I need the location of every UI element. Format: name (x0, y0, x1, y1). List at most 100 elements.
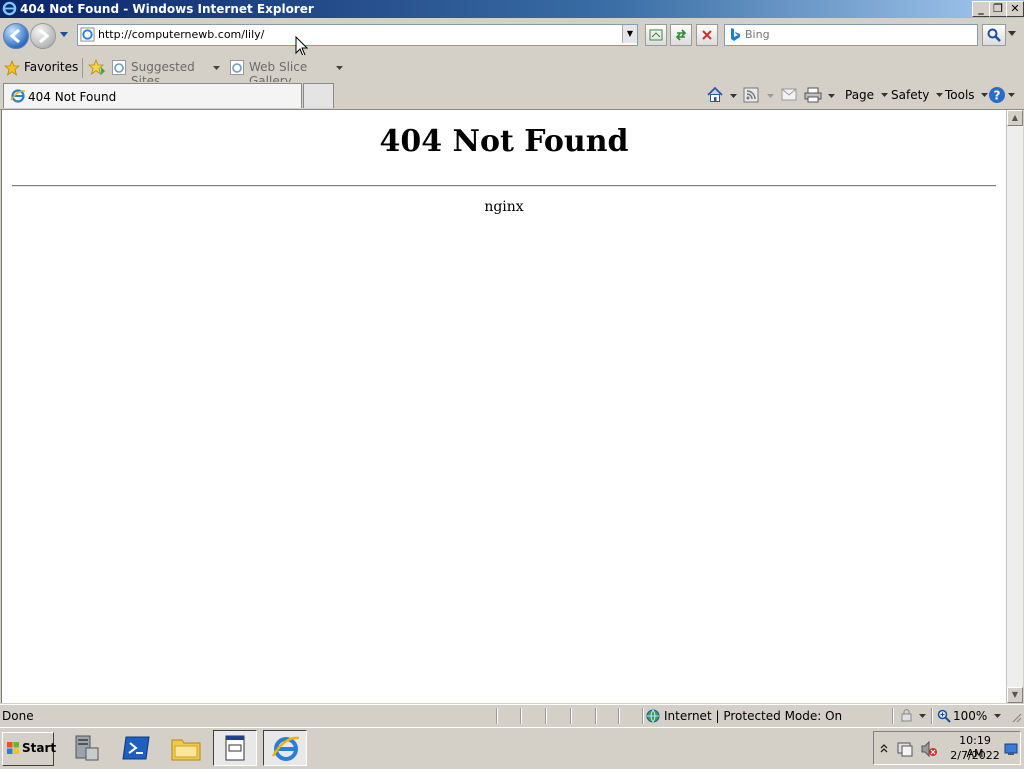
address-bar[interactable]: ▼ (77, 24, 638, 46)
explorer-taskbar-button[interactable] (164, 730, 208, 766)
refresh-icon (675, 29, 687, 41)
status-separator (892, 708, 894, 724)
web-slice-gallery-item[interactable]: Web Slice Gallery (230, 58, 345, 88)
chevron-down-icon (336, 66, 343, 70)
folder-icon (171, 739, 201, 761)
internet-explorer-icon (271, 736, 300, 761)
security-zone-text[interactable]: Internet | Protected Mode: On (664, 709, 842, 723)
back-button[interactable] (3, 23, 29, 49)
help-menu[interactable]: ? (988, 86, 1018, 104)
page-menu-label: Page (845, 88, 875, 102)
bing-icon (731, 28, 740, 41)
tab-404-not-found[interactable]: 404 Not Found (3, 83, 302, 108)
chevron-down-icon[interactable] (828, 94, 835, 99)
home-icon[interactable] (706, 86, 724, 104)
address-input[interactable] (98, 26, 618, 42)
forward-arrow-icon (39, 28, 50, 44)
close-button[interactable]: ✕ (1006, 1, 1024, 17)
page-content: 404 Not Found nginx (1, 110, 1006, 703)
status-separator (618, 708, 620, 724)
taskbar: Start 10:19 AM 2/7/2022 (0, 727, 1024, 769)
favorites-bar: Favorites Suggested Sites Web Slice Gall… (0, 55, 1024, 88)
clock-date[interactable]: 2/7/2022 (950, 749, 1000, 762)
server-manager-icon (75, 735, 99, 761)
windows-logo-icon (7, 742, 19, 754)
server-manager-taskbar-button[interactable] (64, 730, 108, 766)
status-separator (595, 708, 597, 724)
stop-icon (702, 30, 712, 40)
recent-pages-dropdown-icon[interactable] (59, 31, 69, 39)
status-separator (496, 708, 498, 724)
action-center-icon[interactable] (896, 740, 914, 758)
ie-tab-icon (10, 89, 26, 103)
page-menu[interactable]: Page (845, 88, 888, 102)
search-input[interactable] (745, 26, 970, 42)
show-hidden-icons-chevron-icon[interactable] (880, 743, 888, 753)
add-to-favorites-bar-icon[interactable] (88, 59, 106, 75)
address-dropdown-button[interactable]: ▼ (622, 25, 637, 43)
window-title: 404 Not Found - Windows Internet Explore… (20, 2, 314, 16)
search-box[interactable] (724, 24, 978, 46)
start-button[interactable]: Start (2, 732, 57, 766)
chevron-down-icon (936, 93, 944, 97)
help-icon: ? (989, 87, 1005, 103)
feeds-icon[interactable] (743, 87, 759, 103)
read-mail-icon[interactable] (781, 88, 797, 101)
safety-menu[interactable]: Safety (891, 88, 944, 102)
minimize-button[interactable]: _ (972, 1, 990, 17)
chevron-down-icon (880, 93, 888, 97)
resize-grip-icon[interactable] (1010, 711, 1022, 723)
compatibility-view-button[interactable] (645, 24, 667, 46)
refresh-button[interactable] (670, 24, 692, 46)
add-ons-icon[interactable] (899, 709, 915, 723)
powershell-taskbar-button[interactable] (114, 730, 158, 766)
new-tab-button[interactable] (303, 83, 334, 108)
star-icon (4, 60, 20, 76)
safety-menu-label: Safety (891, 88, 930, 102)
scroll-up-button[interactable]: ▲ (1007, 110, 1023, 126)
favorites-button[interactable]: Favorites (4, 58, 79, 78)
ie-page-icon (230, 60, 244, 75)
chevron-down-icon[interactable] (767, 94, 774, 99)
print-icon[interactable] (804, 87, 822, 103)
chevron-down-icon[interactable] (919, 714, 926, 719)
zoom-level[interactable]: 100% (953, 709, 987, 723)
status-separator (545, 708, 547, 724)
navigation-bar: ▼ (0, 18, 1024, 57)
server-name: nginx (484, 199, 524, 215)
document-window-icon (225, 735, 245, 761)
vertical-scrollbar[interactable]: ▲ ▼ (1006, 110, 1023, 703)
search-options-dropdown-icon[interactable] (1008, 31, 1016, 37)
show-desktop-icon[interactable] (1004, 742, 1018, 756)
volume-muted-icon[interactable] (920, 740, 938, 758)
compatibility-view-icon (649, 29, 663, 41)
suggested-sites-item[interactable]: Suggested Sites (112, 58, 222, 88)
ie-page-icon (112, 60, 126, 75)
status-bar: Done Internet | Protected Mode: On 100% (0, 704, 1024, 727)
tab-command-bar: 404 Not Found Page Safety Tools ? (0, 82, 1024, 110)
start-label: Start (22, 741, 57, 755)
chevron-down-icon (213, 66, 220, 70)
svg-text:?: ? (994, 89, 1001, 103)
tools-menu-label: Tools (945, 88, 975, 102)
tab-label: 404 Not Found (28, 90, 117, 104)
chevron-down-icon[interactable] (730, 94, 737, 99)
search-button[interactable] (982, 24, 1006, 46)
internet-zone-globe-icon (646, 709, 660, 723)
ie-app-icon (2, 1, 17, 16)
status-text: Done (2, 709, 34, 723)
status-separator (520, 708, 522, 724)
chevron-down-icon[interactable] (994, 714, 1001, 719)
tools-menu[interactable]: Tools (945, 88, 989, 102)
notepad-taskbar-button[interactable] (213, 730, 257, 766)
stop-button[interactable] (696, 24, 718, 46)
restore-button[interactable]: ❐ (989, 1, 1007, 17)
page-heading: 404 Not Found (379, 124, 629, 159)
chevron-down-icon (1008, 93, 1015, 97)
favorites-label: Favorites (24, 60, 79, 74)
zoom-icon[interactable] (937, 709, 951, 723)
scroll-down-button[interactable]: ▼ (1007, 687, 1023, 703)
forward-button[interactable] (30, 23, 56, 49)
internet-explorer-taskbar-button[interactable] (263, 730, 307, 766)
title-bar: 404 Not Found - Windows Internet Explore… (0, 0, 1024, 18)
